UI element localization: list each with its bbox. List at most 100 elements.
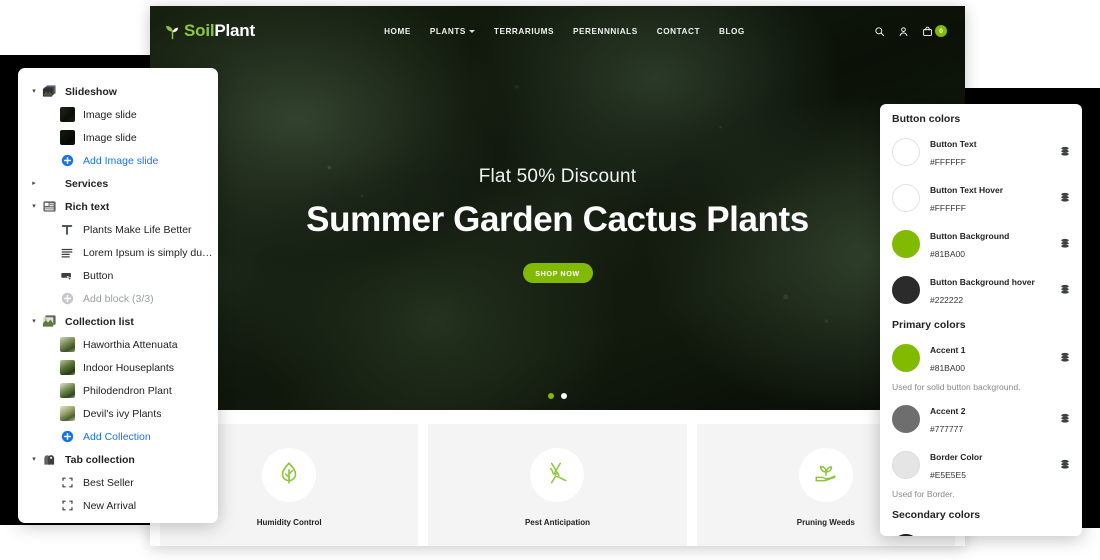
- tree-item-new-arrival[interactable]: New Arrival: [18, 494, 218, 517]
- feature-label: Humidity Control: [256, 518, 322, 527]
- features-row: Humidity Control Pest Anticipation Pruni…: [150, 410, 965, 546]
- hand-sprout-icon: [813, 460, 839, 491]
- color-swatch[interactable]: [892, 344, 920, 372]
- slides-stack-icon: [40, 84, 58, 99]
- feature-icon-circle: [530, 448, 585, 502]
- add-circle-disabled-icon: [58, 292, 76, 305]
- search-icon[interactable]: [874, 26, 885, 37]
- color-row-border-color[interactable]: Border Color #E5E5E5: [880, 442, 1082, 488]
- nav-item-perennnials[interactable]: PERENNNIALS: [573, 27, 638, 36]
- tree-item-label: Rich text: [65, 200, 110, 213]
- layers-icon[interactable]: [1058, 459, 1072, 471]
- tree-item-tab-collection[interactable]: ▾ Tab collection: [18, 448, 218, 471]
- text-heading-icon: [58, 223, 76, 237]
- chevron-down-icon: [468, 29, 475, 33]
- layers-icon[interactable]: [1058, 146, 1072, 158]
- color-hex: #777777: [930, 424, 964, 434]
- plant-thumb-1-icon: [58, 337, 76, 352]
- tree-item-haworthia-attenuata[interactable]: Haworthia Attenuata: [18, 333, 218, 356]
- block-frame-icon: [58, 476, 76, 489]
- layers-icon[interactable]: [1058, 413, 1072, 425]
- tree-item-image-slide-2[interactable]: Image slide: [18, 126, 218, 149]
- color-row-body-text[interactable]: Body Text #222222: [880, 525, 1082, 536]
- colors-group-heading-secondary: Secondary colors: [892, 509, 981, 521]
- shop-now-button[interactable]: SHOP NOW: [522, 263, 593, 283]
- tree-item-label: Collection list: [65, 315, 134, 328]
- account-icon[interactable]: [898, 26, 909, 37]
- image-thumb-dark2-icon: [58, 130, 76, 145]
- collection-thumb-icon: [40, 314, 58, 329]
- chevron-down-icon[interactable]: ▾: [28, 88, 40, 95]
- color-row-text: Accent 1 #81BA00: [930, 340, 1054, 376]
- tree-item-label: Add block (3/3): [83, 292, 154, 305]
- tree-item-indoor-houseplants[interactable]: Indoor Houseplants: [18, 356, 218, 379]
- sections-tree-panel: ▾ Slideshow Image slide Image slide Add …: [18, 68, 218, 523]
- layers-icon[interactable]: [1058, 192, 1072, 204]
- feature-label: Pest Anticipation: [524, 518, 591, 527]
- carousel-dot-2[interactable]: [561, 393, 567, 399]
- tree-item-label: Image slide: [83, 108, 137, 121]
- color-swatch[interactable]: [892, 534, 920, 536]
- tree-item-devils-ivy-plants[interactable]: Devil's ivy Plants: [18, 402, 218, 425]
- color-swatch[interactable]: [892, 405, 920, 433]
- tree-item-label: Services: [65, 177, 109, 190]
- chevron-right-icon[interactable]: ▸: [28, 180, 40, 187]
- chevron-down-icon[interactable]: ▾: [28, 203, 40, 210]
- chevron-down-icon[interactable]: ▾: [28, 456, 40, 463]
- tree-action-add-collection[interactable]: Add Collection: [18, 425, 218, 448]
- nav-item-label: PERENNNIALS: [573, 26, 638, 36]
- hero-subtitle: Flat 50% Discount: [478, 166, 637, 187]
- nav-item-label: TERRARIUMS: [493, 26, 554, 36]
- tree-item-label: Slideshow: [65, 85, 117, 98]
- nav-item-contact[interactable]: CONTACT: [657, 27, 700, 36]
- nav-item-label: BLOG: [719, 26, 745, 36]
- color-row-accent-1[interactable]: Accent 1 #81BA00: [880, 335, 1082, 381]
- hero-title: Summer Garden Cactus Plants: [306, 200, 809, 239]
- plant-thumb-3-icon: [58, 383, 76, 398]
- color-name: Button Text: [930, 139, 977, 149]
- site-logo[interactable]: SoilPlant: [164, 21, 255, 41]
- tree-item-label: Button: [83, 269, 114, 282]
- cart-icon: [922, 26, 933, 37]
- block-frame-icon: [58, 499, 76, 512]
- nav-item-label: PLANTS: [429, 26, 466, 36]
- color-swatch[interactable]: [892, 138, 920, 166]
- color-swatch[interactable]: [892, 451, 920, 479]
- plant-thumb-2-icon: [58, 360, 76, 375]
- hero-banner: SoilPlant HOME PLANTS TERRARIUMS PERENNN…: [150, 6, 965, 410]
- button-cursor-icon: [58, 269, 76, 283]
- feature-card-pest[interactable]: Pest Anticipation: [428, 424, 687, 546]
- nav-item-label: HOME: [384, 26, 411, 36]
- site-navbar: SoilPlant HOME PLANTS TERRARIUMS PERENNN…: [150, 6, 965, 56]
- tag-icon: [40, 452, 58, 467]
- tree-item-collection-list[interactable]: ▾ Collection list: [18, 310, 218, 333]
- chevron-down-icon[interactable]: ▾: [28, 318, 40, 325]
- tree-item-slideshow[interactable]: ▾ Slideshow: [18, 80, 218, 103]
- color-row-accent-2[interactable]: Accent 2 #777777: [880, 396, 1082, 442]
- nav-item-plants[interactable]: PLANTS: [430, 27, 475, 36]
- plant-thumb-4-icon: [58, 406, 76, 421]
- logo-text-first: Soil: [184, 21, 215, 40]
- nav-item-home[interactable]: HOME: [384, 27, 411, 36]
- layers-icon[interactable]: [1058, 352, 1072, 364]
- cart-button[interactable]: 0: [922, 25, 947, 37]
- pruning-shears-icon: [544, 460, 570, 491]
- nav-item-terrariums[interactable]: TERRARIUMS: [494, 27, 554, 36]
- carousel-dots: [150, 393, 965, 399]
- feature-label: Pruning Weeds: [796, 518, 855, 527]
- tree-item-label: Add Image slide: [83, 154, 159, 167]
- layers-icon[interactable]: [1058, 238, 1072, 250]
- logo-text: SoilPlant: [184, 21, 255, 41]
- carousel-dot-1[interactable]: [548, 393, 554, 399]
- site-preview: SoilPlant HOME PLANTS TERRARIUMS PERENNN…: [150, 6, 965, 546]
- tree-item-label: Devil's ivy Plants: [83, 407, 162, 420]
- nav-icon-group: 0: [874, 25, 947, 37]
- color-hex: #222222: [930, 295, 964, 305]
- logo-text-second: Plant: [214, 21, 255, 40]
- tree-item-image-slide-1[interactable]: Image slide: [18, 103, 218, 126]
- nav-item-blog[interactable]: BLOG: [719, 27, 745, 36]
- layers-icon[interactable]: [1058, 284, 1072, 296]
- leaf-icon: [276, 460, 302, 491]
- tree-item-best-seller[interactable]: Best Seller: [18, 471, 218, 494]
- hero-copy: Flat 50% Discount Summer Garden Cactus P…: [150, 166, 965, 283]
